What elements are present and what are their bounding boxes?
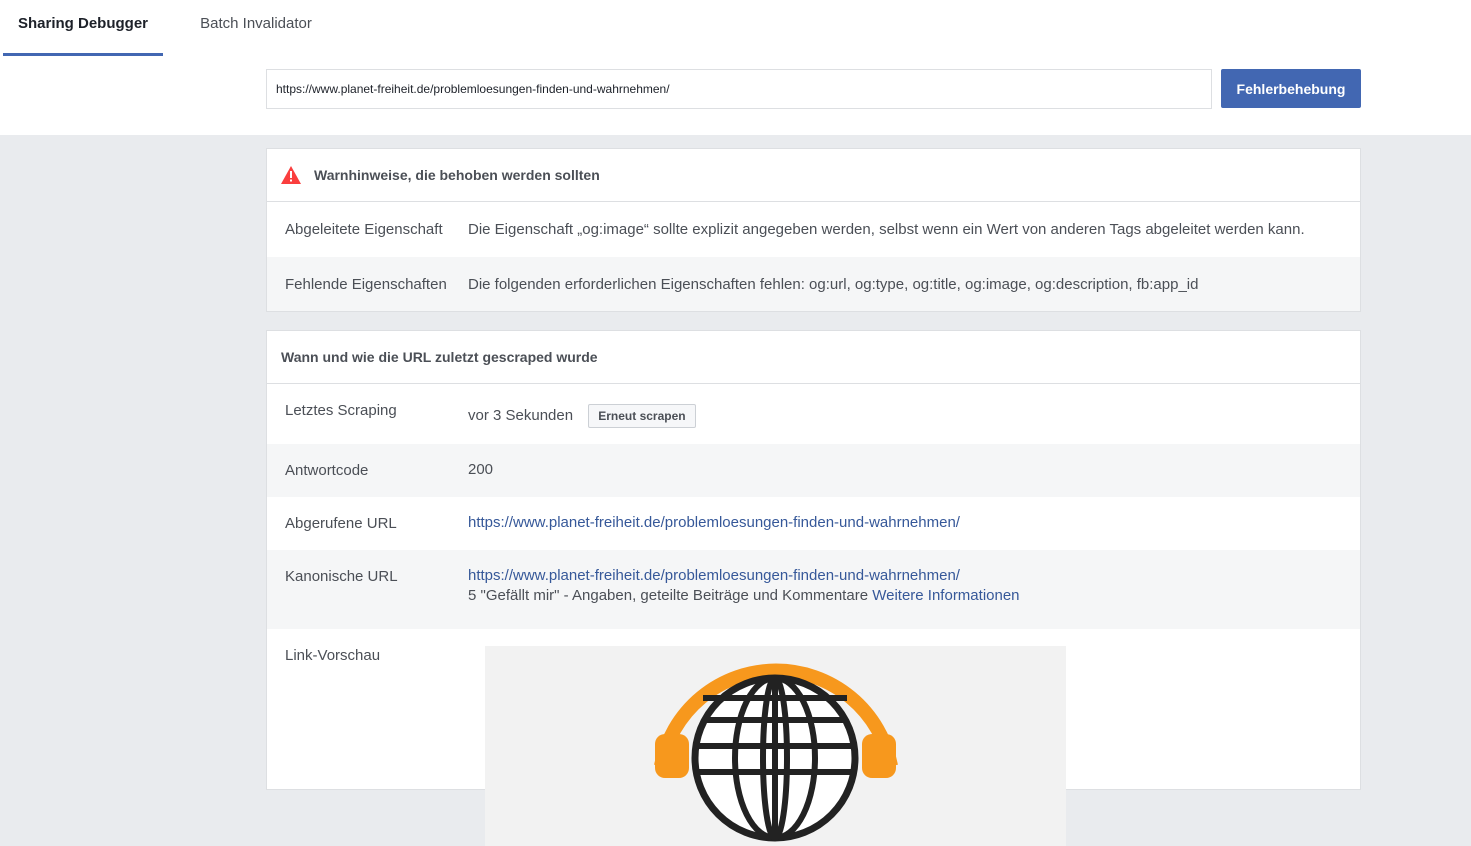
warning-row: Abgeleitete Eigenschaft Die Eigenschaft …: [267, 202, 1360, 257]
scrape-info-card: Wann und wie die URL zuletzt gescraped w…: [266, 330, 1361, 846]
warning-value: Die folgenden erforderlichen Eigenschaft…: [468, 275, 1199, 293]
warning-label: Abgeleitete Eigenschaft: [285, 221, 443, 238]
fetched-url-link[interactable]: https://www.planet-freiheit.de/problemlo…: [468, 514, 960, 531]
warning-row: Fehlende Eigenschaften Die folgenden erf…: [267, 257, 1360, 311]
globe-headphones-logo: [654, 663, 898, 842]
fetched-url-row: Abgerufene URL https://www.planet-freihe…: [267, 497, 1360, 550]
scrape-title: Wann und wie die URL zuletzt gescraped w…: [281, 349, 598, 365]
engagement-text: 5 "Gefällt mir" - Angaben, geteilte Beit…: [468, 587, 869, 604]
scrape-header: Wann und wie die URL zuletzt gescraped w…: [267, 331, 1360, 384]
warning-triangle-icon: [281, 166, 301, 184]
debug-button[interactable]: Fehlerbehebung: [1221, 69, 1361, 108]
last-scrape-row: Letztes Scraping vor 3 Sekunden Erneut s…: [267, 384, 1360, 444]
link-preview-label: Link-Vorschau: [285, 647, 381, 664]
fetched-url-label: Abgerufene URL: [285, 515, 397, 532]
response-code-value: 200: [468, 461, 494, 478]
warnings-card: Warnhinweise, die behoben werden sollten…: [266, 148, 1361, 312]
response-code-label: Antwortcode: [285, 462, 369, 479]
rescrape-button[interactable]: Erneut scrapen: [588, 404, 696, 428]
last-scrape-value: vor 3 Sekunden: [468, 406, 574, 424]
warning-value: Die Eigenschaft „og:image“ sollte expliz…: [468, 221, 1305, 238]
warning-label: Fehlende Eigenschaften: [285, 275, 447, 293]
fetched-url-cell: https://www.planet-freiheit.de/problemlo…: [468, 514, 1360, 550]
tab-sharing-debugger[interactable]: Sharing Debugger: [3, 0, 163, 56]
warnings-title: Warnhinweise, die behoben werden sollten: [314, 167, 600, 183]
response-code-row: Antwortcode 200: [267, 444, 1360, 497]
top-bar: Sharing Debugger Batch Invalidator Fehle…: [0, 0, 1471, 135]
url-input[interactable]: [266, 69, 1212, 109]
canonical-url-link[interactable]: https://www.planet-freiheit.de/problemlo…: [468, 567, 960, 584]
tab-batch-invalidator[interactable]: Batch Invalidator: [186, 0, 326, 56]
last-scrape-label: Letztes Scraping: [285, 402, 397, 419]
canonical-url-label: Kanonische URL: [285, 568, 398, 585]
more-info-link[interactable]: Weitere Informationen: [872, 587, 1019, 604]
last-scrape-value-cell: vor 3 Sekunden Erneut scrapen: [468, 404, 1360, 444]
canonical-url-cell: https://www.planet-freiheit.de/problemlo…: [468, 567, 1360, 629]
warnings-header: Warnhinweise, die behoben werden sollten: [267, 149, 1360, 202]
canonical-url-row: Kanonische URL https://www.planet-freihe…: [267, 550, 1360, 629]
link-preview-image[interactable]: [485, 646, 1066, 846]
